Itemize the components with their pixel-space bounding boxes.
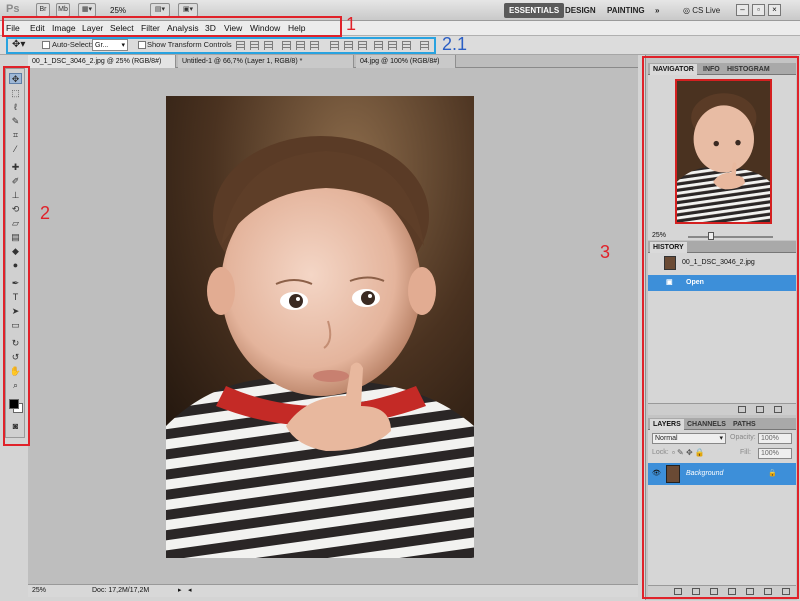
minimize-button[interactable]: – xyxy=(736,4,749,16)
view-extras-icon[interactable]: ▦▾ xyxy=(78,3,96,17)
cs-live-label: CS Live xyxy=(692,6,721,15)
document-tab-bar: 00_1_DSC_3046_2.jpg @ 25% (RGB/8#) Untit… xyxy=(28,55,638,68)
status-arrow-icon[interactable]: ▸ xyxy=(178,585,182,597)
document-tab-label: Untitled-1 @ 66,7% (Layer 1, RGB/8) * xyxy=(182,58,303,65)
annotation-label-2-1: 2.1 xyxy=(442,34,468,54)
cs-live-button[interactable]: ◎ CS Live xyxy=(678,3,725,18)
status-zoom[interactable]: 25% xyxy=(32,585,46,597)
screen-mode-icon[interactable]: ▣▾ xyxy=(178,3,198,17)
annotation-box-options xyxy=(6,37,436,54)
document-tab-label: 04.jpg @ 100% (RGB/8#) xyxy=(360,58,440,65)
status-bar: 25% Doc: 17,2M/17,2M ▸ ◂ xyxy=(28,584,638,597)
workspace-essentials[interactable]: ESSENTIALS xyxy=(504,3,565,18)
arrange-documents-icon[interactable]: ▤▾ xyxy=(150,3,170,17)
minibridge-icon[interactable]: Mb xyxy=(56,3,70,17)
photoshop-logo: Ps xyxy=(6,3,20,15)
document-image[interactable] xyxy=(166,96,474,558)
document-tab-1[interactable]: 00_1_DSC_3046_2.jpg @ 25% (RGB/8#) xyxy=(28,55,176,68)
more-workspaces-icon[interactable]: » xyxy=(650,3,664,18)
workspace-painting[interactable]: PAINTING xyxy=(602,3,650,18)
annotation-box-menubar xyxy=(2,16,342,37)
annotation-box-panels xyxy=(642,56,799,599)
annotation-box-toolbox xyxy=(3,66,30,446)
annotation-label-3: 3 xyxy=(600,242,611,262)
workspace-design[interactable]: DESIGN xyxy=(560,3,601,18)
restore-button[interactable]: ▫ xyxy=(752,4,765,16)
cs-live-icon: ◎ xyxy=(683,6,693,15)
baby-photo xyxy=(166,96,474,558)
status-doc-size: Doc: 17,2M/17,2M xyxy=(92,587,150,594)
document-tab-3[interactable]: 04.jpg @ 100% (RGB/8#) xyxy=(356,55,456,68)
close-button[interactable]: × xyxy=(768,4,781,16)
bridge-icon[interactable]: Br xyxy=(36,3,50,17)
scroll-left-icon[interactable]: ◂ xyxy=(188,585,192,597)
annotation-label-1: 1 xyxy=(346,14,357,34)
annotation-label-2: 2 xyxy=(40,203,51,223)
document-tab-2[interactable]: Untitled-1 @ 66,7% (Layer 1, RGB/8) * xyxy=(178,55,354,68)
photoshop-window: Ps Br Mb ▦▾ 25% ▤▾ ▣▾ ESSENTIALS DESIGN … xyxy=(0,0,800,601)
canvas-area[interactable] xyxy=(28,68,638,584)
document-tab-label: 00_1_DSC_3046_2.jpg @ 25% (RGB/8#) xyxy=(32,58,162,65)
